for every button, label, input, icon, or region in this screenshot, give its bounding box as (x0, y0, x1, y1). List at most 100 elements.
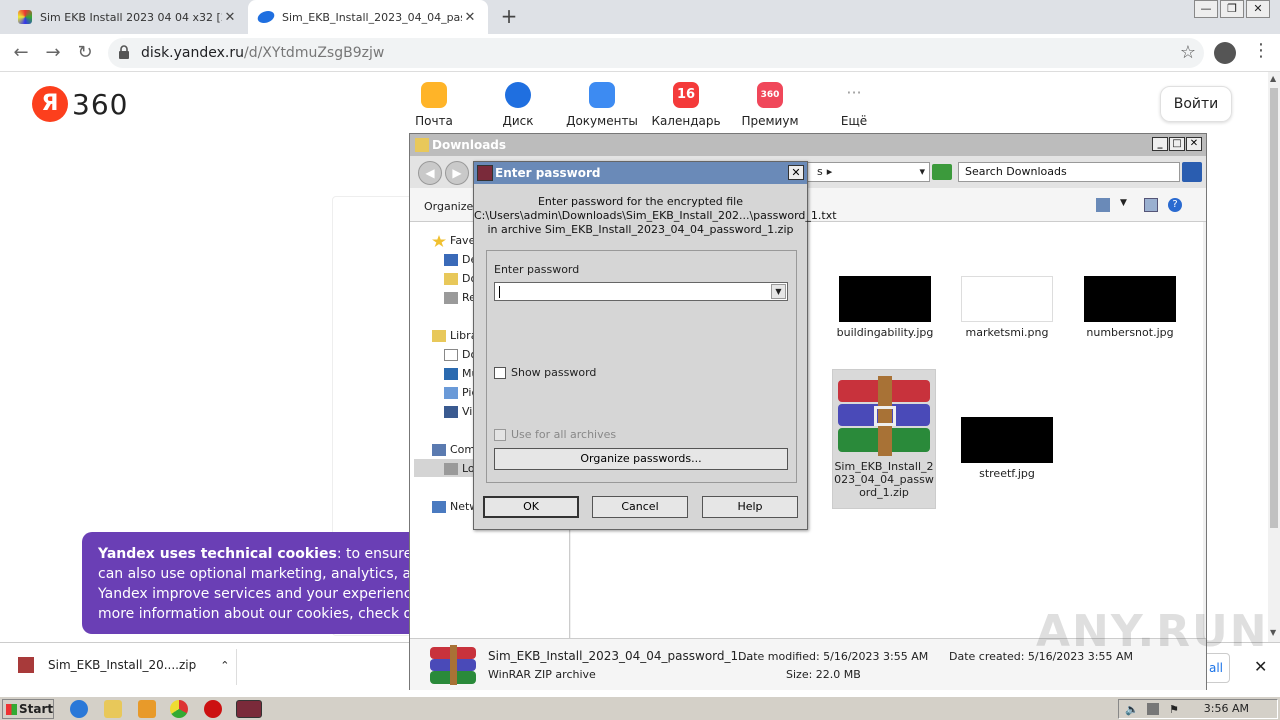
yandex-360-logo[interactable]: Я 360 (32, 86, 128, 122)
explorer-address-bar[interactable]: s ▸ ▾ (790, 162, 930, 182)
browser-menu-icon[interactable]: ⋮ (1252, 40, 1270, 61)
password-input[interactable]: ▼ (494, 282, 788, 301)
speaker-icon[interactable]: 🔈 (1125, 703, 1139, 716)
clock[interactable]: 3:56 AM (1204, 702, 1249, 715)
file-item[interactable]: marketsmi.png (955, 276, 1059, 339)
file-item[interactable]: buildingability.jpg (833, 276, 937, 339)
explorer-close-button[interactable]: ✕ (1186, 137, 1202, 151)
bookmark-star-icon[interactable]: ☆ (1180, 42, 1196, 63)
dialog-titlebar[interactable]: Enter password ✕ (474, 162, 807, 184)
explorer-minimize-button[interactable]: _ (1152, 137, 1168, 151)
service-disk[interactable]: Диск (476, 82, 560, 128)
explorer-search-input[interactable]: Search Downloads (958, 162, 1180, 182)
anyrun-watermark: ANY.RUN (1036, 606, 1269, 657)
cookie-line-4: more information about our cookies, chec… (98, 606, 422, 622)
show-password-checkbox[interactable]: Show password (494, 366, 596, 379)
tab-sim-ekb-install[interactable]: Sim EKB Install 2023 04 04 x32 [2023 ✕ (8, 0, 248, 34)
new-tab-button[interactable]: + (498, 6, 520, 28)
scroll-thumb[interactable] (1270, 88, 1278, 528)
minimize-button[interactable]: — (1194, 0, 1218, 18)
checkbox-box (494, 428, 506, 441)
network-tray-icon[interactable] (1147, 703, 1159, 715)
file-item[interactable]: numbersnot.jpg (1078, 276, 1182, 339)
restore-button[interactable]: ❐ (1220, 0, 1244, 18)
explorer-titlebar[interactable]: Downloads _ □ ✕ (410, 134, 1206, 156)
scroll-down-icon[interactable]: ▼ (1270, 628, 1276, 637)
nav-recent[interactable]: Re (444, 291, 476, 304)
login-button[interactable]: Войти (1160, 86, 1232, 122)
close-download-bar-icon[interactable]: ✕ (1254, 657, 1267, 676)
nav-computer[interactable]: Com (432, 443, 475, 456)
pictures-icon (444, 387, 458, 399)
file-item-selected[interactable]: Sim_EKB_Install_2023_04_04_password_1.zi… (832, 369, 936, 509)
nav-libraries[interactable]: Libra (432, 329, 477, 342)
screen: Sim EKB Install 2023 04 04 x32 [2023 ✕ S… (0, 0, 1280, 720)
file-item[interactable]: streetf.jpg (955, 417, 1059, 480)
page-scrollbar[interactable]: ▲ ▼ (1268, 72, 1280, 642)
scroll-up-icon[interactable]: ▲ (1270, 74, 1276, 83)
service-label: Ещё (840, 114, 868, 128)
nav-local-disk[interactable]: Lo (444, 462, 475, 475)
system-tray: 🔈 ⚑ 3:56 AM (1118, 699, 1278, 719)
back-button[interactable]: ← (10, 42, 32, 64)
chrome-icon[interactable] (170, 700, 188, 718)
tab-close-icon[interactable]: ✕ (222, 10, 238, 25)
checkbox-box[interactable] (494, 366, 506, 379)
media-player-icon[interactable] (138, 700, 156, 718)
help-button[interactable]: Help (702, 496, 798, 518)
flag-tray-icon[interactable]: ⚑ (1169, 703, 1179, 716)
documents-icon (444, 349, 458, 361)
cancel-button[interactable]: Cancel (592, 496, 688, 518)
service-mail[interactable]: Почта (392, 82, 476, 128)
password-group: Enter password ▼ Show password Use for a… (486, 250, 797, 483)
window-controls: — ❐ ✕ (1192, 0, 1270, 18)
videos-icon (444, 406, 458, 418)
details-size: Size: 22.0 MB (786, 668, 861, 681)
address-bar[interactable]: disk.yandex.ru/d/XYtdmuZsgB9zjw ☆ (108, 38, 1204, 68)
winrar-taskbar-icon[interactable] (236, 700, 262, 718)
forward-button[interactable]: → (42, 42, 64, 64)
password-dropdown-icon[interactable]: ▼ (771, 284, 786, 299)
nav-favorites[interactable]: Fave (432, 234, 475, 247)
organize-button[interactable]: Organize (424, 200, 473, 213)
service-calendar[interactable]: 16 Календарь (644, 82, 728, 128)
view-dropdown-icon[interactable]: ▼ (1120, 198, 1134, 212)
nav-label: Com (450, 443, 476, 456)
service-more[interactable]: ··· Ещё (812, 82, 896, 128)
tab-close-icon[interactable]: ✕ (462, 10, 478, 25)
refresh-icon[interactable] (932, 164, 952, 180)
taskbar: Start 🔈 ⚑ 3:56 AM (0, 696, 1280, 720)
cookie-line-2: can also use optional marketing, analyti… (98, 566, 422, 582)
recent-places-icon (444, 292, 458, 304)
reload-button[interactable]: ↻ (74, 42, 96, 64)
explorer-icon[interactable] (104, 700, 122, 718)
help-icon[interactable]: ? (1168, 198, 1182, 212)
explorer-forward-button[interactable]: ▶ (445, 161, 469, 185)
service-premium[interactable]: 360 Премиум (728, 82, 812, 128)
view-icon[interactable] (1096, 198, 1110, 212)
explorer-maximize-button[interactable]: □ (1169, 137, 1185, 151)
ie-icon[interactable] (70, 700, 88, 718)
use-for-all-archives-checkbox: Use for all archives (494, 428, 616, 441)
profile-avatar-icon[interactable] (1214, 42, 1236, 64)
address-dropdown-icon[interactable]: ▾ (919, 163, 925, 181)
ok-button[interactable]: OK (483, 496, 579, 518)
preview-pane-icon[interactable] (1144, 198, 1158, 212)
winrar-icon (477, 165, 493, 181)
opera-icon[interactable] (204, 700, 222, 718)
explorer-back-button[interactable]: ◀ (418, 161, 442, 185)
details-modified: Date modified: 5/16/2023 3:55 AM (738, 650, 929, 663)
service-documents[interactable]: Документы (560, 82, 644, 128)
search-icon[interactable] (1182, 162, 1202, 182)
start-button[interactable]: Start (2, 699, 54, 719)
download-filename: Sim_EKB_Install_20....zip (48, 658, 197, 672)
chevron-up-icon[interactable]: ⌃ (220, 659, 229, 672)
close-window-button[interactable]: ✕ (1246, 0, 1270, 18)
nav-network[interactable]: Netw (432, 500, 478, 513)
tab-yandex-disk[interactable]: Sim_EKB_Install_2023_04_04_passw ✕ (248, 0, 488, 34)
download-item[interactable]: Sim_EKB_Install_20....zip ⌃ (18, 657, 229, 673)
organize-passwords-button[interactable]: Organize passwords... (494, 448, 788, 470)
dialog-close-button[interactable]: ✕ (788, 165, 804, 180)
libraries-icon (432, 330, 446, 342)
image-thumbnail (961, 276, 1053, 322)
